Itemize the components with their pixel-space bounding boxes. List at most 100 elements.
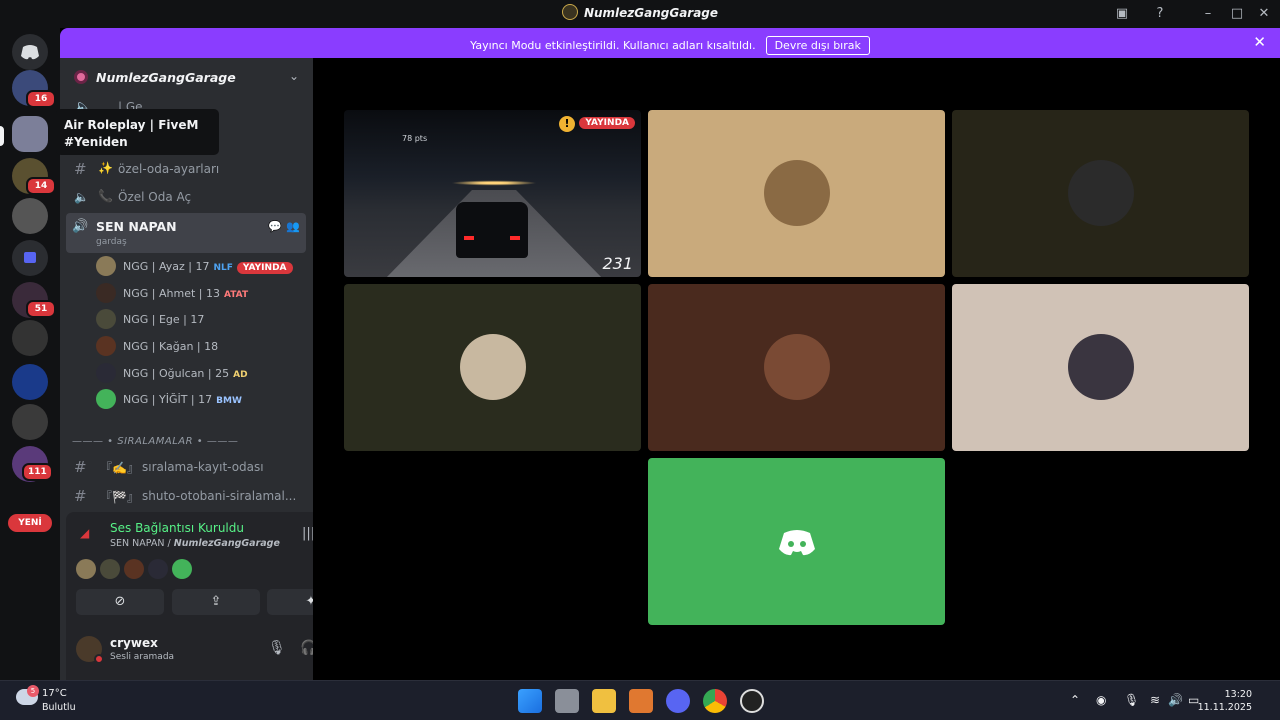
channel-ozel-oda-ayarlari[interactable]: # ✨ özel-oda-ayarları — [74, 158, 306, 180]
chevron-up-icon[interactable]: ⌃ — [1070, 693, 1080, 707]
server-pill — [0, 126, 4, 146]
screen-share-icon[interactable]: ▣ — [1112, 4, 1132, 24]
avatar — [1068, 334, 1134, 400]
banner-close-icon[interactable]: ✕ — [1253, 33, 1266, 51]
voice-separator: / — [167, 538, 171, 549]
voice-member[interactable]: NGG | Oğulcan | 25 AD — [96, 362, 306, 384]
server-icon-8[interactable] — [12, 364, 48, 400]
chat-icon[interactable]: 💬 — [268, 220, 282, 233]
avatar — [96, 363, 116, 383]
stream-tile[interactable]: 78 pts 231 ! YAYINDA — [344, 110, 641, 277]
avatar — [76, 559, 96, 579]
voice-member[interactable]: NGG | YİĞİT | 17 BMW — [96, 388, 306, 410]
noise-suppression-icon[interactable]: ||| — [302, 526, 313, 541]
avatar — [148, 559, 168, 579]
server-folder-icon[interactable] — [12, 240, 48, 276]
username[interactable]: crywex — [110, 636, 158, 650]
channel-siralama-kayit[interactable]: # 『✍️』 sıralama-kayıt-odası — [74, 456, 306, 478]
participant-tile[interactable] — [648, 458, 945, 625]
weather-temp[interactable]: 17°C — [42, 688, 67, 699]
file-explorer-icon[interactable] — [592, 689, 616, 713]
wifi-icon[interactable]: ≋ — [1150, 693, 1160, 707]
server-tooltip: Air Roleplay | FiveM #Yeniden — [56, 109, 219, 155]
member-tag: AD — [233, 370, 248, 380]
guild-icon — [74, 70, 88, 84]
channel-emoji: 『🏁』 — [100, 490, 139, 504]
voice-status[interactable]: Ses Bağlantısı Kuruldu — [110, 521, 244, 535]
phone-icon: 📞 — [98, 189, 113, 203]
app-icon[interactable] — [629, 689, 653, 713]
chrome-icon[interactable] — [703, 689, 727, 713]
obs-icon[interactable] — [740, 689, 764, 713]
member-name: NGG | YİĞİT | 17 — [123, 393, 213, 406]
voice-member[interactable]: NGG | Ege | 17 — [96, 308, 306, 330]
help-icon[interactable]: ? — [1150, 4, 1170, 24]
tray-app-icon[interactable]: ◉ — [1096, 693, 1106, 707]
volume-icon[interactable]: 🔊 — [1168, 693, 1183, 707]
channel-name: SEN NAPAN — [96, 219, 177, 234]
window-title: NumlezGangGarage — [0, 4, 1280, 20]
voice-channel-info: SEN NAPAN / NumlezGangGarage — [110, 538, 280, 549]
voice-stage: 78 pts 231 ! YAYINDA — [313, 58, 1280, 680]
new-badge: YENİ — [8, 514, 52, 532]
minimize-button[interactable]: – — [1198, 4, 1218, 24]
channel-ozel-oda-ac[interactable]: 🔈 📞 Özel Oda Aç — [74, 186, 306, 208]
member-name: NGG | Oğulcan | 25 — [123, 367, 230, 380]
speaker-icon: 🔊 — [72, 219, 89, 234]
server-icon-9[interactable] — [12, 404, 48, 440]
hash-icon: # — [74, 458, 87, 476]
voice-member[interactable]: NGG | Ahmet | 13 ATAT — [96, 282, 306, 304]
active-voice-channel[interactable]: 🔊 SEN NAPAN gardaş 💬 👥 — [66, 213, 306, 253]
server-badge: 14 — [26, 177, 56, 195]
close-window-button[interactable]: ✕ — [1254, 4, 1274, 24]
channel-emoji: 『✍️』 — [100, 461, 139, 475]
time: 13:20 — [1224, 689, 1252, 700]
voice-member[interactable]: NGG | Ayaz | 17 NLF YAYINDA — [96, 255, 306, 277]
microphone-tray-icon[interactable]: 🎙 — [1124, 693, 1139, 707]
member-tag: ATAT — [223, 290, 249, 300]
participant-tile[interactable] — [344, 284, 641, 451]
disable-streamer-mode-button[interactable]: Devre dışı bırak — [765, 36, 870, 55]
microphone-icon[interactable]: 🎙 — [268, 640, 286, 656]
chevron-down-icon[interactable]: ⌄ — [289, 69, 299, 83]
guild-header[interactable]: NumlezGangGarage ⌄ — [60, 58, 313, 98]
voice-server: NumlezGangGarage — [173, 538, 280, 549]
tooltip-server-name: Air Roleplay | FiveM — [64, 118, 199, 132]
voice-channel: SEN NAPAN — [110, 538, 165, 549]
headphones-icon[interactable]: 🎧 — [300, 640, 313, 656]
screen-share-button[interactable]: ⇪ — [172, 589, 260, 615]
voice-connection-panel: ◢ Ses Bağlantısı Kuruldu SEN NAPAN / Num… — [66, 512, 313, 622]
channel-emoji: ✨ — [98, 161, 113, 175]
category-siralamalar[interactable]: ——— • SIRALAMALAR • ——— — [72, 436, 238, 447]
home-discord-icon[interactable] — [12, 34, 48, 70]
participant-tile[interactable] — [648, 284, 945, 451]
server-icon-7[interactable] — [12, 320, 48, 356]
tooltip-channel: #Yeniden — [64, 135, 128, 149]
stream-video: 78 pts 231 — [344, 110, 641, 277]
maximize-button[interactable]: □ — [1227, 4, 1247, 24]
clock[interactable]: 13:20 11.11.2025 — [1198, 688, 1252, 714]
server-icon-4[interactable] — [12, 198, 48, 234]
voice-member[interactable]: NGG | Kağan | 18 — [96, 335, 306, 357]
server-list: 16 14 51 111 YENİ — [0, 28, 60, 680]
channel-shuto[interactable]: # 『🏁』 shuto-otobani-siralamal... — [74, 485, 306, 507]
task-view-icon[interactable] — [555, 689, 579, 713]
banner-text: Yayıncı Modu etkinleştirildi. Kullanıcı … — [470, 39, 756, 52]
discord-icon[interactable] — [666, 689, 690, 713]
date: 11.11.2025 — [1197, 702, 1252, 713]
participant-tile[interactable] — [952, 284, 1249, 451]
add-member-icon[interactable]: 👥 — [286, 220, 300, 233]
participant-tile[interactable] — [952, 110, 1249, 277]
windows-taskbar: 5 17°C Bulutlu ⌃ ◉ 🎙 ≋ 🔊 ▭ 13:20 11.11.2… — [0, 680, 1280, 720]
weather-status: Bulutlu — [42, 702, 76, 713]
participant-tile[interactable] — [648, 110, 945, 277]
avatar — [96, 256, 116, 276]
server-icon-air-roleplay[interactable] — [12, 116, 48, 152]
avatar[interactable] — [76, 636, 104, 664]
start-icon[interactable] — [518, 689, 542, 713]
activities-button[interactable]: ✦ — [267, 589, 313, 615]
camera-off-button[interactable]: ⊘ — [76, 589, 164, 615]
server-logo-icon — [561, 4, 578, 20]
member-name: NGG | Ayaz | 17 — [123, 260, 210, 273]
avatar — [124, 559, 144, 579]
